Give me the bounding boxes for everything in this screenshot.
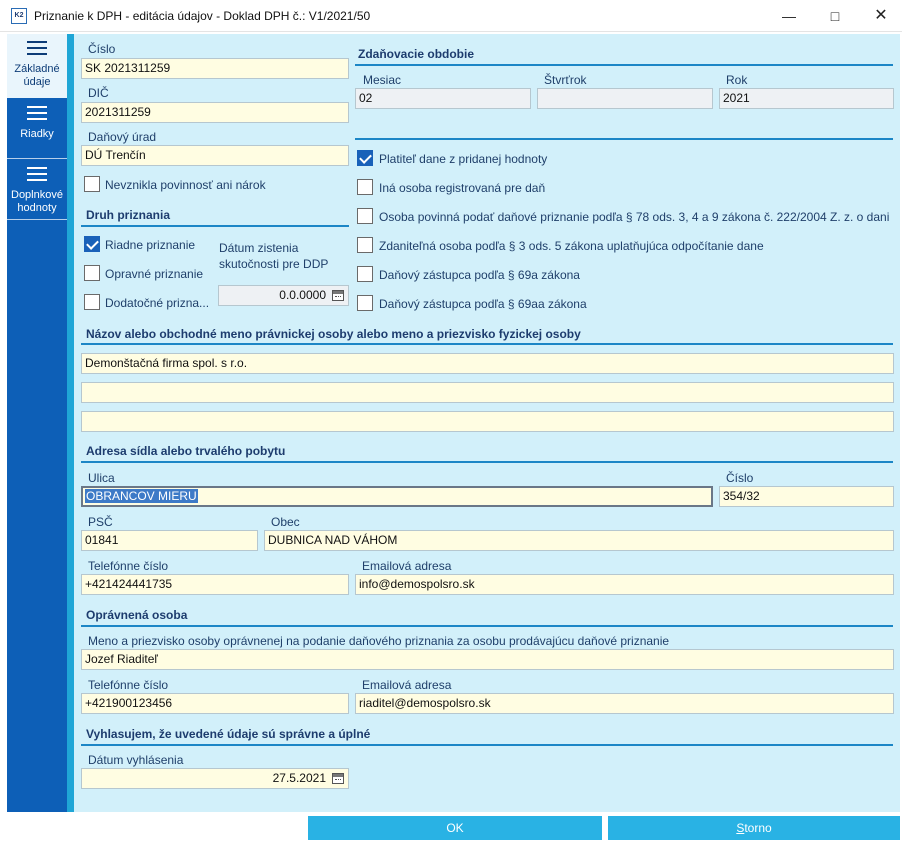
danovy-urad-field[interactable]: DÚ Trenčín xyxy=(81,145,349,166)
title-bar: K2 Priznanie k DPH - editácia údajov - D… xyxy=(0,0,902,32)
zastupca-69a-label: Daňový zástupca podľa § 69a zákona xyxy=(379,268,580,282)
ulica-field[interactable]: OBRANCOV MIERU xyxy=(81,486,713,507)
section-divider xyxy=(81,461,893,463)
zdanovacie-obdobie-title: Zdaňovacie obdobie xyxy=(358,47,475,61)
mesiac-label: Mesiac xyxy=(363,73,402,87)
section-divider xyxy=(355,64,893,66)
calendar-icon[interactable] xyxy=(332,773,344,784)
sidebar-item-label: Doplnkové hodnoty xyxy=(11,189,63,214)
opravnena-meno-label: Meno a priezvisko osoby oprávnenej na po… xyxy=(88,634,670,648)
ina-osoba-label: Iná osoba registrovaná pre daň xyxy=(379,181,546,195)
dodatocne-priznanie-checkbox[interactable] xyxy=(84,294,100,310)
opravnena-telefon-label: Telefónne číslo xyxy=(88,678,169,692)
cislo-field[interactable]: SK 2021311259 xyxy=(81,58,349,79)
zastupca-69a-checkbox[interactable] xyxy=(357,266,373,282)
riadne-priznanie-checkbox[interactable] xyxy=(84,236,100,252)
ulica-label: Ulica xyxy=(88,471,115,485)
datum-zistenia-label: Dátum zistenia xyxy=(219,241,299,255)
nazov-line-2-field[interactable] xyxy=(81,382,894,403)
menu-icon xyxy=(27,106,47,120)
nazov-line-3-field[interactable] xyxy=(81,411,894,432)
obec-label: Obec xyxy=(271,515,300,529)
nazov-line-1-field[interactable]: Demonštačná firma spol. s r.o. xyxy=(81,353,894,374)
minimize-icon[interactable]: — xyxy=(766,0,812,32)
sidebar-edge xyxy=(67,34,74,812)
zastupca-69aa-label: Daňový zástupca podľa § 69aa zákona xyxy=(379,297,587,311)
nevznikla-checkbox[interactable] xyxy=(84,176,100,192)
email-label: Emailová adresa xyxy=(362,559,452,573)
ina-osoba-checkbox[interactable] xyxy=(357,179,373,195)
cislo-label: Číslo xyxy=(88,42,116,56)
druh-priznania-title: Druh priznania xyxy=(86,208,171,222)
dodatocne-priznanie-label: Dodatočné prizna... xyxy=(105,296,210,310)
section-divider xyxy=(355,138,893,140)
opravnena-osoba-title: Oprávnená osoba xyxy=(86,608,188,622)
datum-zistenia-label-2: skutočnosti pre DDP xyxy=(219,257,329,271)
sidebar-item-doplnkove-hodnoty[interactable]: Doplnkové hodnoty xyxy=(7,159,67,219)
stvrtrok-label: Štvrťrok xyxy=(544,73,587,87)
opravnena-telefon-field[interactable]: +421900123456 xyxy=(81,693,349,714)
obec-field[interactable]: DUBNICA NAD VÁHOM xyxy=(264,530,894,551)
maximize-icon[interactable]: □ xyxy=(812,0,858,32)
datum-vyhlasenia-value: 27.5.2021 xyxy=(272,771,326,785)
adresa-title: Adresa sídla alebo trvalého pobytu xyxy=(86,444,286,458)
sidebar-item-riadky[interactable]: Riadky xyxy=(7,98,67,158)
rok-field[interactable]: 2021 xyxy=(719,88,894,109)
datum-vyhlasenia-field[interactable]: 27.5.2021 xyxy=(81,768,349,789)
menu-icon xyxy=(27,41,47,55)
sidebar-item-label: Základné údaje xyxy=(14,63,60,88)
zdanitelna-osoba-checkbox[interactable] xyxy=(357,237,373,253)
close-icon[interactable]: ✕ xyxy=(858,0,902,32)
section-divider xyxy=(81,343,893,345)
menu-icon xyxy=(27,167,47,181)
cislo-domu-label: Číslo xyxy=(726,471,754,485)
danovy-urad-label: Daňový úrad xyxy=(88,130,157,144)
calendar-icon[interactable] xyxy=(332,290,344,301)
datum-zistenia-value: 0.0.0000 xyxy=(279,288,326,302)
app-logo-icon: K2 xyxy=(11,8,27,24)
telefon-field[interactable]: +421424441735 xyxy=(81,574,349,595)
dic-field[interactable]: 2021311259 xyxy=(81,102,349,123)
mesiac-field[interactable]: 02 xyxy=(355,88,531,109)
osoba-78-label: Osoba povinná podať daňové priznanie pod… xyxy=(379,210,893,224)
ulica-value: OBRANCOV MIERU xyxy=(85,489,198,503)
zastupca-69aa-checkbox[interactable] xyxy=(357,295,373,311)
opravnena-email-field[interactable]: riaditel@demospolsro.sk xyxy=(355,693,894,714)
osoba-78-checkbox[interactable] xyxy=(357,208,373,224)
opravne-priznanie-checkbox[interactable] xyxy=(84,265,100,281)
section-divider xyxy=(81,625,893,627)
platitel-dph-label: Platiteľ dane z pridanej hodnoty xyxy=(379,152,548,166)
telefon-label: Telefónne číslo xyxy=(88,559,169,573)
sidebar: Základné údaje Riadky Doplnkové hodnoty xyxy=(7,34,67,812)
opravnena-meno-field[interactable]: Jozef Riaditeľ xyxy=(81,649,894,670)
opravnena-email-label: Emailová adresa xyxy=(362,678,452,692)
nevznikla-label: Nevznikla povinnosť ani nárok xyxy=(105,178,266,192)
window-title: Priznanie k DPH - editácia údajov - Dokl… xyxy=(34,9,371,23)
vyhlasenie-title: Vyhlasujem, že uvedené údaje sú správne … xyxy=(86,727,371,741)
email-field[interactable]: info@demospolsro.sk xyxy=(355,574,894,595)
sidebar-divider xyxy=(7,219,67,220)
sidebar-item-label: Riadky xyxy=(20,128,54,140)
storno-button[interactable]: Storno xyxy=(608,816,900,840)
zdanitelna-osoba-label: Zdaniteľná osoba podľa § 3 ods. 5 zákona… xyxy=(379,239,764,253)
datum-vyhlasenia-label: Dátum vyhlásenia xyxy=(88,753,184,767)
rok-label: Rok xyxy=(726,73,748,87)
section-divider xyxy=(81,744,893,746)
platitel-dph-checkbox[interactable] xyxy=(357,150,373,166)
storno-label: torno xyxy=(744,821,772,835)
ok-button[interactable]: OK xyxy=(308,816,602,840)
dic-label: DIČ xyxy=(88,86,109,100)
stvrtrok-field[interactable] xyxy=(537,88,713,109)
section-divider xyxy=(81,225,349,227)
riadne-priznanie-label: Riadne priznanie xyxy=(105,238,196,252)
psc-field[interactable]: 01841 xyxy=(81,530,258,551)
opravne-priznanie-label: Opravné priznanie xyxy=(105,267,204,281)
cislo-domu-field[interactable]: 354/32 xyxy=(719,486,894,507)
datum-zistenia-field[interactable]: 0.0.0000 xyxy=(218,285,349,306)
psc-label: PSČ xyxy=(88,515,113,529)
nazov-title: Názov alebo obchodné meno právnickej oso… xyxy=(86,327,581,341)
sidebar-item-zakladne-udaje[interactable]: Základné údaje xyxy=(7,34,67,98)
